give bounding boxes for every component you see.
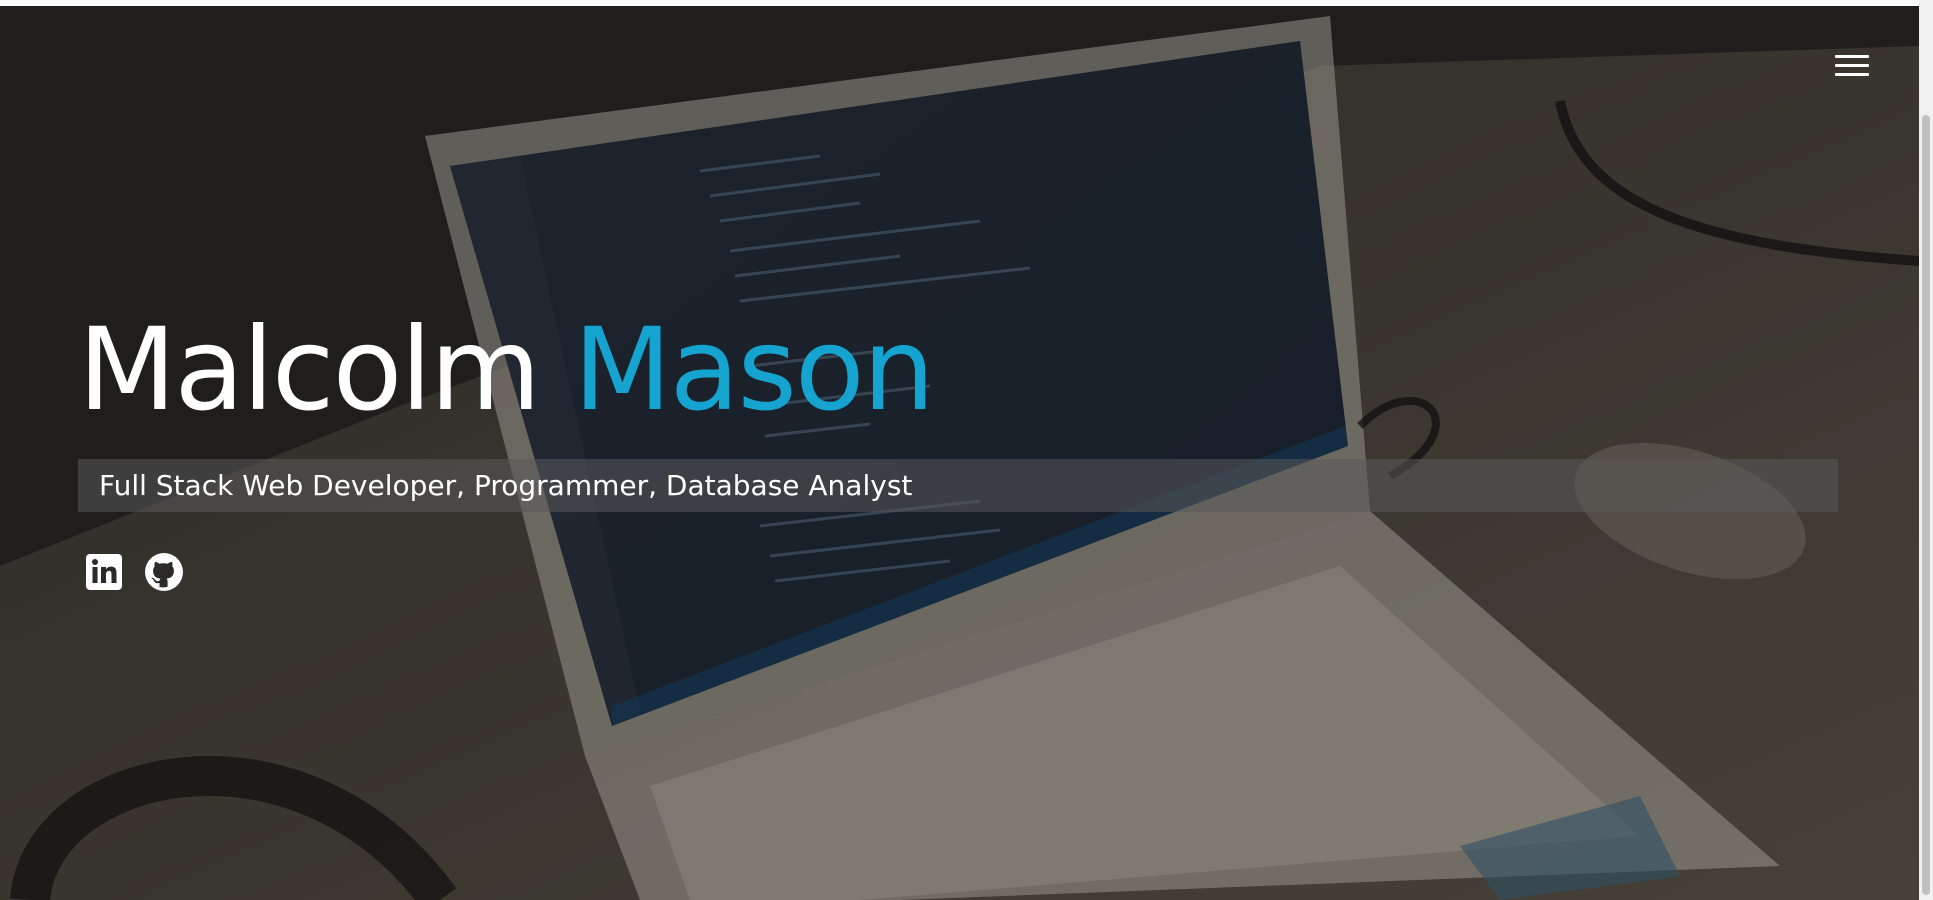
social-links: [84, 552, 184, 592]
hamburger-menu-icon[interactable]: [1832, 50, 1872, 82]
menu-bar: [1835, 73, 1869, 76]
tagline-bar: Full Stack Web Developer, Programmer, Da…: [78, 459, 1838, 512]
scrollbar-thumb[interactable]: [1922, 115, 1930, 895]
page: Malcolm Mason Full Stack Web Developer, …: [0, 0, 1933, 900]
name-last: Mason: [573, 303, 935, 436]
menu-bar: [1835, 55, 1869, 58]
github-icon[interactable]: [144, 552, 184, 592]
menu-bar: [1835, 64, 1869, 67]
hero-section: Malcolm Mason Full Stack Web Developer, …: [0, 6, 1919, 900]
hero-name-heading: Malcolm Mason: [78, 303, 935, 436]
hero-background-photo: [0, 6, 1919, 900]
tagline: Full Stack Web Developer, Programmer, Da…: [99, 469, 913, 502]
page-scrollbar[interactable]: [1919, 0, 1933, 900]
linkedin-icon[interactable]: [84, 552, 124, 592]
name-first: Malcolm: [78, 303, 541, 436]
